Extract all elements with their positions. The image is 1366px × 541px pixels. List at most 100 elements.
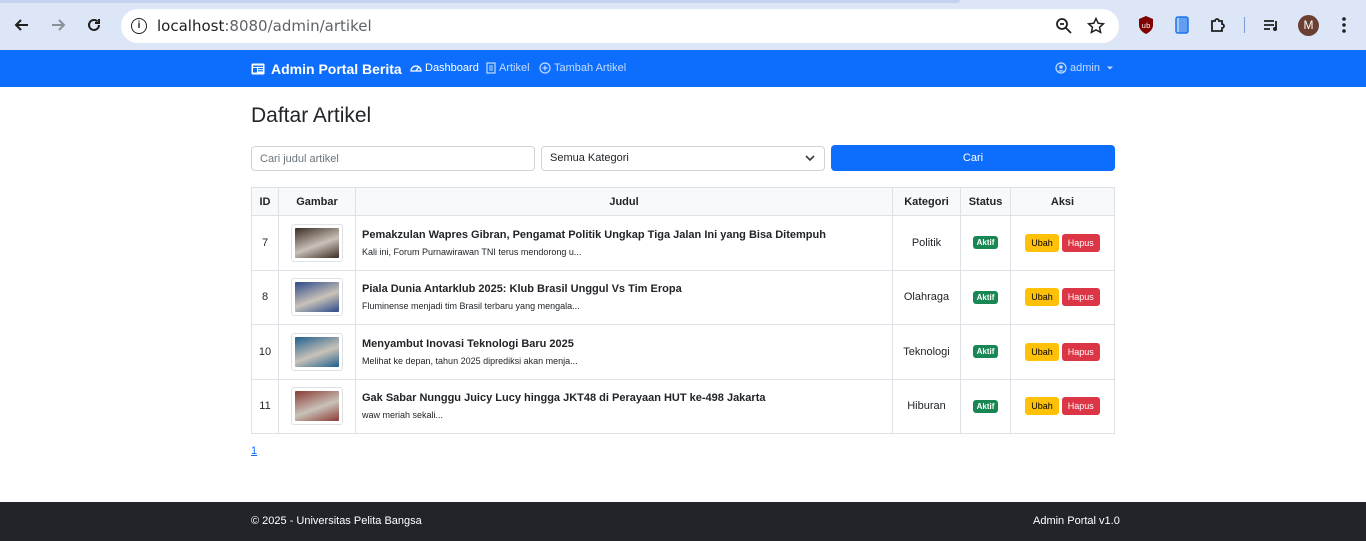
cell-image [278,269,356,325]
cell-id: 8 [251,269,279,325]
cell-status: Aktif [960,378,1011,434]
cell-judul: Piala Dunia Antarklub 2025: Klub Brasil … [355,269,893,325]
footer-copyright: © 2025 - Universitas Pelita Bangsa [251,515,422,527]
article-thumbnail[interactable] [291,278,343,317]
cell-aksi: Ubah Hapus [1010,269,1115,325]
delete-button[interactable]: Hapus [1061,233,1100,252]
site-info-icon[interactable]: i [131,18,147,34]
footer: © 2025 - Universitas Pelita Bangsa Admin… [0,502,1366,541]
header-kategori: Kategori [892,187,961,216]
thumbnail-image [295,227,339,258]
search-button[interactable]: Cari [831,145,1115,171]
back-button[interactable] [10,13,34,37]
edit-button[interactable]: Ubah [1025,233,1059,252]
search-input[interactable] [251,146,535,171]
edit-button[interactable]: Ubah [1025,288,1059,307]
status-badge: Aktif [972,399,999,413]
category-select[interactable]: Semua Kategori [541,146,825,171]
nav-dashboard-label: Dashboard [425,62,479,74]
pagination-link[interactable]: 1 [251,445,257,457]
article-thumbnail[interactable] [291,223,343,262]
delete-button[interactable]: Hapus [1061,397,1100,416]
table-row: 8 Piala Dunia Antarklub 2025: Klub Brasi… [251,269,1115,325]
svg-text:ub: ub [1142,22,1151,30]
status-badge: Aktif [972,290,999,304]
article-title: Menyambut Inovasi Teknologi Baru 2025 [362,337,574,350]
chevron-down-icon [805,147,815,179]
delete-button[interactable]: Hapus [1061,342,1100,361]
app-navbar: Admin Portal Berita Dashboard Artikel Ta… [0,50,1366,87]
newspaper-icon [251,63,265,75]
cell-judul: Pemakzulan Wapres Gibran, Pengamat Polit… [355,215,893,271]
cell-id: 10 [251,324,279,380]
cell-judul: Gak Sabar Nunggu Juicy Lucy hingga JKT48… [355,378,893,434]
user-circle-icon [1055,62,1067,74]
caret-down-icon [1106,66,1113,70]
cell-aksi: Ubah Hapus [1010,378,1115,434]
address-bar[interactable]: i localhost:8080/admin/artikel [121,9,1119,43]
url-text[interactable]: localhost:8080/admin/artikel [157,17,372,35]
brand-label: Admin Portal Berita [271,61,402,77]
article-excerpt: Kali ini, Forum Purnawirawan TNI terus m… [362,246,582,257]
cell-aksi: Ubah Hapus [1010,215,1115,271]
cell-status: Aktif [960,215,1011,271]
article-thumbnail[interactable] [291,387,343,426]
delete-button[interactable]: Hapus [1061,288,1100,307]
cell-image [278,215,356,271]
cell-kategori: Olahraga [892,269,961,325]
table-row: 10 Menyambut Inovasi Teknologi Baru 2025… [251,324,1115,380]
device-toolbar-icon[interactable] [1172,15,1192,35]
ublock-icon[interactable]: ub [1136,15,1156,35]
header-gambar: Gambar [278,187,356,216]
cell-judul: Menyambut Inovasi Teknologi Baru 2025 Me… [355,324,893,380]
active-tab-edge [0,0,960,3]
forward-button[interactable] [46,13,70,37]
cell-kategori: Teknologi [892,324,961,380]
page-title: Daftar Artikel [251,104,372,127]
menu-kebab-icon[interactable] [1334,15,1354,35]
article-excerpt: waw meriah sekali... [362,410,444,421]
cell-id: 11 [251,378,279,434]
status-badge: Aktif [972,236,999,250]
back-arrow-icon [14,19,28,31]
nav-dashboard[interactable]: Dashboard [410,62,479,74]
cell-kategori: Politik [892,215,961,271]
thumbnail-image [295,336,339,367]
navbar-brand[interactable]: Admin Portal Berita [251,61,402,77]
reload-button[interactable] [82,13,106,37]
forward-arrow-icon [52,19,66,31]
edit-button[interactable]: Ubah [1025,342,1059,361]
bookmark-star-icon[interactable] [1086,16,1106,36]
profile-avatar[interactable]: M [1298,15,1319,36]
extensions-puzzle-icon[interactable] [1208,15,1228,35]
plus-circle-icon [539,62,551,74]
cell-status: Aktif [960,324,1011,380]
zoom-icon[interactable] [1054,16,1074,36]
article-excerpt: Fluminense menjadi tim Brasil terbaru ya… [362,301,580,312]
table-header-row: ID Gambar Judul Kategori Status Aksi [251,187,1115,216]
footer-version: Admin Portal v1.0 [1033,515,1120,527]
cell-aksi: Ubah Hapus [1010,324,1115,380]
document-icon [486,62,496,74]
table-row: 11 Gak Sabar Nunggu Juicy Lucy hingga JK… [251,378,1115,434]
dashboard-icon [410,65,422,72]
table-row: 7 Pemakzulan Wapres Gibran, Pengamat Pol… [251,215,1115,271]
article-excerpt: Melihat ke depan, tahun 2025 diprediksi … [362,355,578,366]
thumbnail-image [295,391,339,422]
header-id: ID [251,187,279,216]
article-thumbnail[interactable] [291,332,343,371]
cell-id: 7 [251,215,279,271]
cell-image [278,378,356,434]
nav-tambah-label: Tambah Artikel [554,62,627,74]
user-dropdown[interactable]: admin [1055,62,1114,74]
cell-status: Aktif [960,269,1011,325]
media-queue-icon[interactable] [1261,15,1281,35]
article-title: Pemakzulan Wapres Gibran, Pengamat Polit… [362,228,826,241]
nav-artikel[interactable]: Artikel [486,62,530,74]
cell-image [278,324,356,380]
nav-tambah-artikel[interactable]: Tambah Artikel [539,62,626,74]
reload-icon [88,18,100,31]
edit-button[interactable]: Ubah [1025,397,1059,416]
toolbar-separator [1244,17,1245,33]
status-badge: Aktif [972,345,999,359]
